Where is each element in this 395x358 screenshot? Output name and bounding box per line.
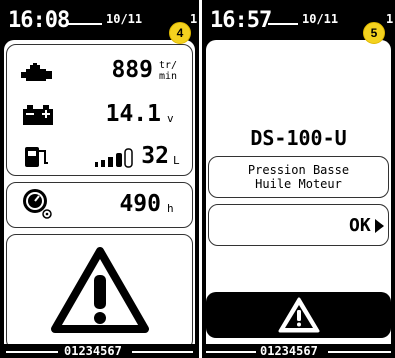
serial-number: 01234567 [260,344,318,358]
hour-meter-icon [23,189,52,219]
battery-voltage-unit: v [167,112,174,125]
main-panel: 889 tr/ min 14.1 v 32 L 490 h [4,40,195,355]
hours-unit: h [167,202,174,215]
serial-number: 01234567 [64,344,122,358]
serial-divider-right [132,351,193,353]
clock-time: 16:57 [210,8,272,33]
date-label: 10/11 [106,12,143,26]
ok-label: OK [349,215,371,236]
fuel-value: 32 [141,143,169,169]
fuel-unit: L [173,154,180,167]
play-arrow-icon [375,219,384,233]
step-badge: 5 [363,22,385,44]
status-divider [68,23,102,25]
alarm-message-line2: Huile Moteur [255,177,342,191]
display-screen-right: 16:57 10/11 1 DS-100-U Pression Basse Hu… [202,0,395,358]
rpm-value: 889 [111,57,153,83]
serial-divider-right [328,351,391,353]
hour-meter-card: 490 h [6,182,193,228]
engine-icon [21,63,52,81]
alarm-message-line1: Pression Basse [247,163,350,177]
serial-bar: 01234567 [0,344,199,358]
fuel-level-gauge [95,148,133,168]
battery-icon [23,105,53,125]
warning-alarm-bar[interactable] [206,292,391,338]
fuel-icon [25,147,48,167]
warning-card[interactable] [6,234,193,350]
battery-voltage-value: 14.1 [105,101,161,127]
date-tail: 1 [386,12,394,26]
rpm-unit-bottom: min [159,71,178,82]
display-screen-left: 16:08 10/11 1 889 tr/ min 14.1 v 32 L 49… [0,0,199,358]
serial-bar: 01234567 [202,344,395,358]
alarm-message-card: Pression Basse Huile Moteur [208,156,389,198]
step-badge: 4 [169,22,191,44]
warning-icon [51,247,149,333]
warning-icon [278,297,320,333]
ok-button[interactable]: OK [208,204,389,246]
model-name: DS-100-U [250,126,347,150]
clock-time: 16:08 [8,8,70,33]
engine-stats-card: 889 tr/ min 14.1 v 32 L [6,44,193,176]
status-divider [268,23,298,25]
serial-divider-left [206,351,256,353]
hours-value: 490 [119,191,161,217]
serial-divider-left [6,351,58,353]
date-label: 10/11 [302,12,339,26]
date-tail: 1 [190,12,198,26]
rpm-unit-top: tr/ [159,60,178,71]
alarm-panel: DS-100-U Pression Basse Huile Moteur OK [206,40,391,355]
